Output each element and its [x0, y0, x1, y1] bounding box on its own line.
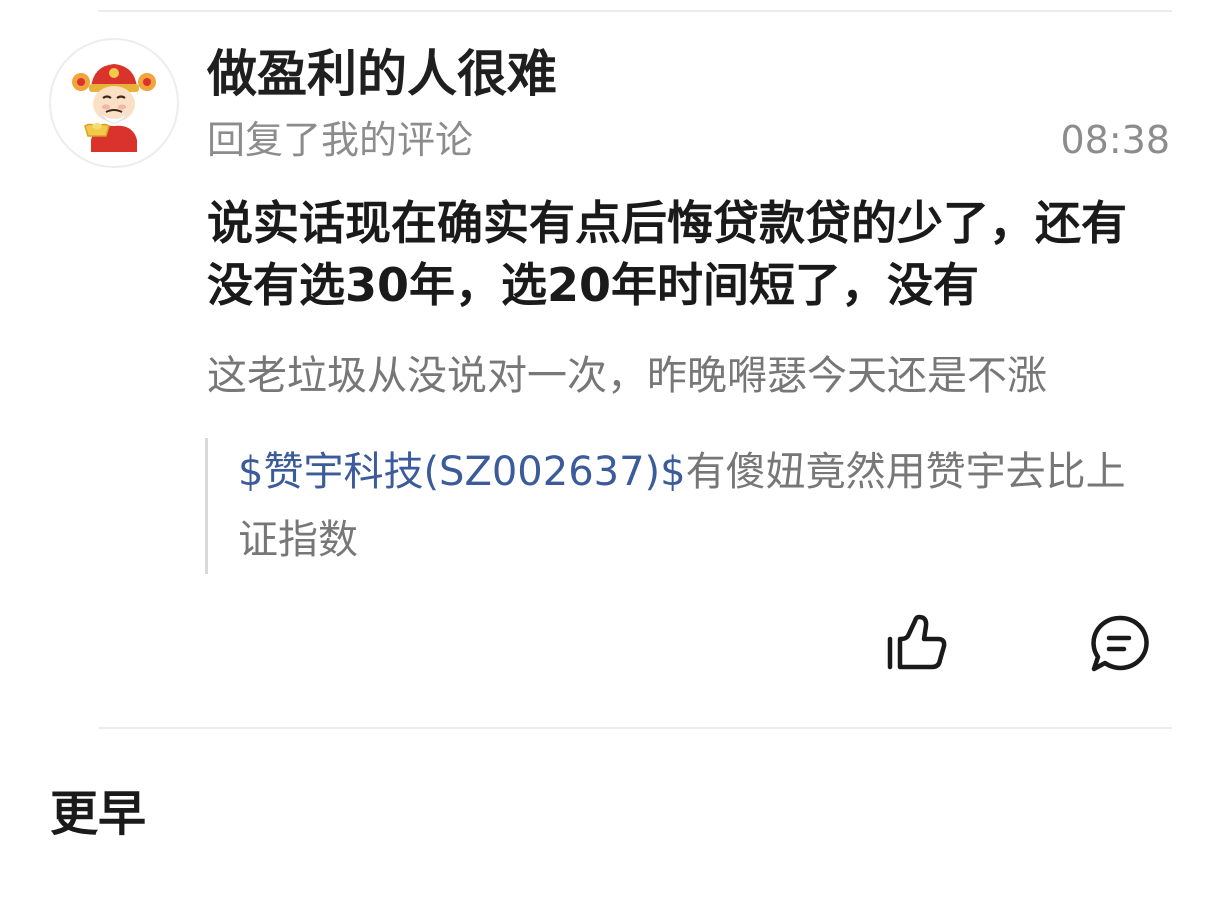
comment-bubble-icon: [1091, 615, 1149, 672]
my-comment-text[interactable]: 这老垃圾从没说对一次，昨晚嘚瑟今天还是不涨: [207, 348, 1172, 404]
top-divider: [98, 10, 1172, 12]
reply-text[interactable]: 说实话现在确实有点后悔贷款贷的少了，还有没有选30年，选20年时间短了，没有: [207, 192, 1167, 316]
stock-link[interactable]: $赞宇科技(SZ002637)$: [238, 449, 686, 495]
timestamp: 08:38: [1060, 118, 1170, 162]
username[interactable]: 做盈利的人很难: [207, 42, 557, 106]
bottom-divider: [98, 727, 1172, 729]
section-title-earlier: 更早: [50, 786, 147, 842]
action-text: 回复了我的评论: [207, 118, 474, 162]
quoted-post[interactable]: $赞宇科技(SZ002637)$有傻妞竟然用赞宇去比上证指数: [205, 438, 1130, 574]
thumbs-up-icon: [887, 614, 947, 670]
comment-button[interactable]: [1088, 614, 1150, 674]
like-button[interactable]: [884, 612, 950, 674]
user-avatar[interactable]: [49, 38, 179, 168]
god-of-wealth-avatar-icon: [72, 64, 156, 152]
